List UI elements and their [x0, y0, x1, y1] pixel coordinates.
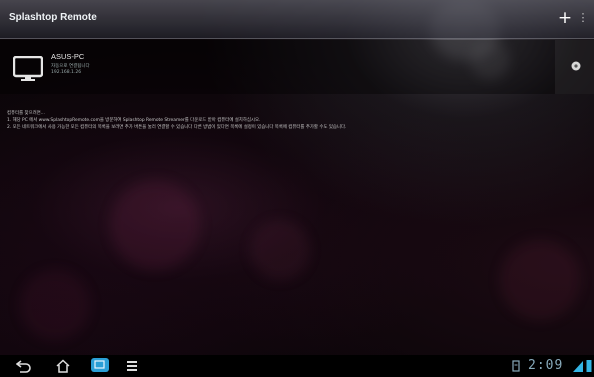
computer-name: ASUS-PC	[51, 52, 85, 61]
background-bokeh	[250, 220, 310, 280]
back-icon[interactable]	[16, 359, 32, 373]
app-title: Splashtop Remote	[9, 12, 97, 23]
info-heading: 컴퓨터를 찾으려면...	[7, 111, 45, 116]
monitor-icon	[13, 56, 43, 81]
background-bokeh	[500, 240, 580, 320]
overflow-menu-button[interactable]: ⋮	[576, 8, 590, 28]
home-icon[interactable]	[55, 359, 71, 373]
info-step-2: 2. 모든 네트워크에서 사용 가능한 모든 컴퓨터의 목록을 보려면 추가 버…	[7, 125, 347, 130]
add-computer-button[interactable]: +	[555, 8, 575, 28]
battery-icon	[586, 360, 592, 372]
clock: 2:09	[528, 358, 564, 373]
computer-status: 자동으로 연결됩니다	[51, 64, 90, 69]
info-step-1: 1. 해당 PC 에서 www.SplashtopRemote.com을 방문하…	[7, 118, 261, 123]
background-bokeh	[20, 270, 90, 340]
menu-icon[interactable]	[126, 359, 138, 373]
notification-icon[interactable]	[511, 359, 521, 373]
recent-apps-icon[interactable]	[90, 357, 110, 373]
wifi-icon	[573, 361, 583, 372]
computer-ip: 192.168.1.26	[51, 70, 82, 75]
settings-icon[interactable]	[570, 60, 582, 72]
background-bokeh	[110, 180, 200, 270]
